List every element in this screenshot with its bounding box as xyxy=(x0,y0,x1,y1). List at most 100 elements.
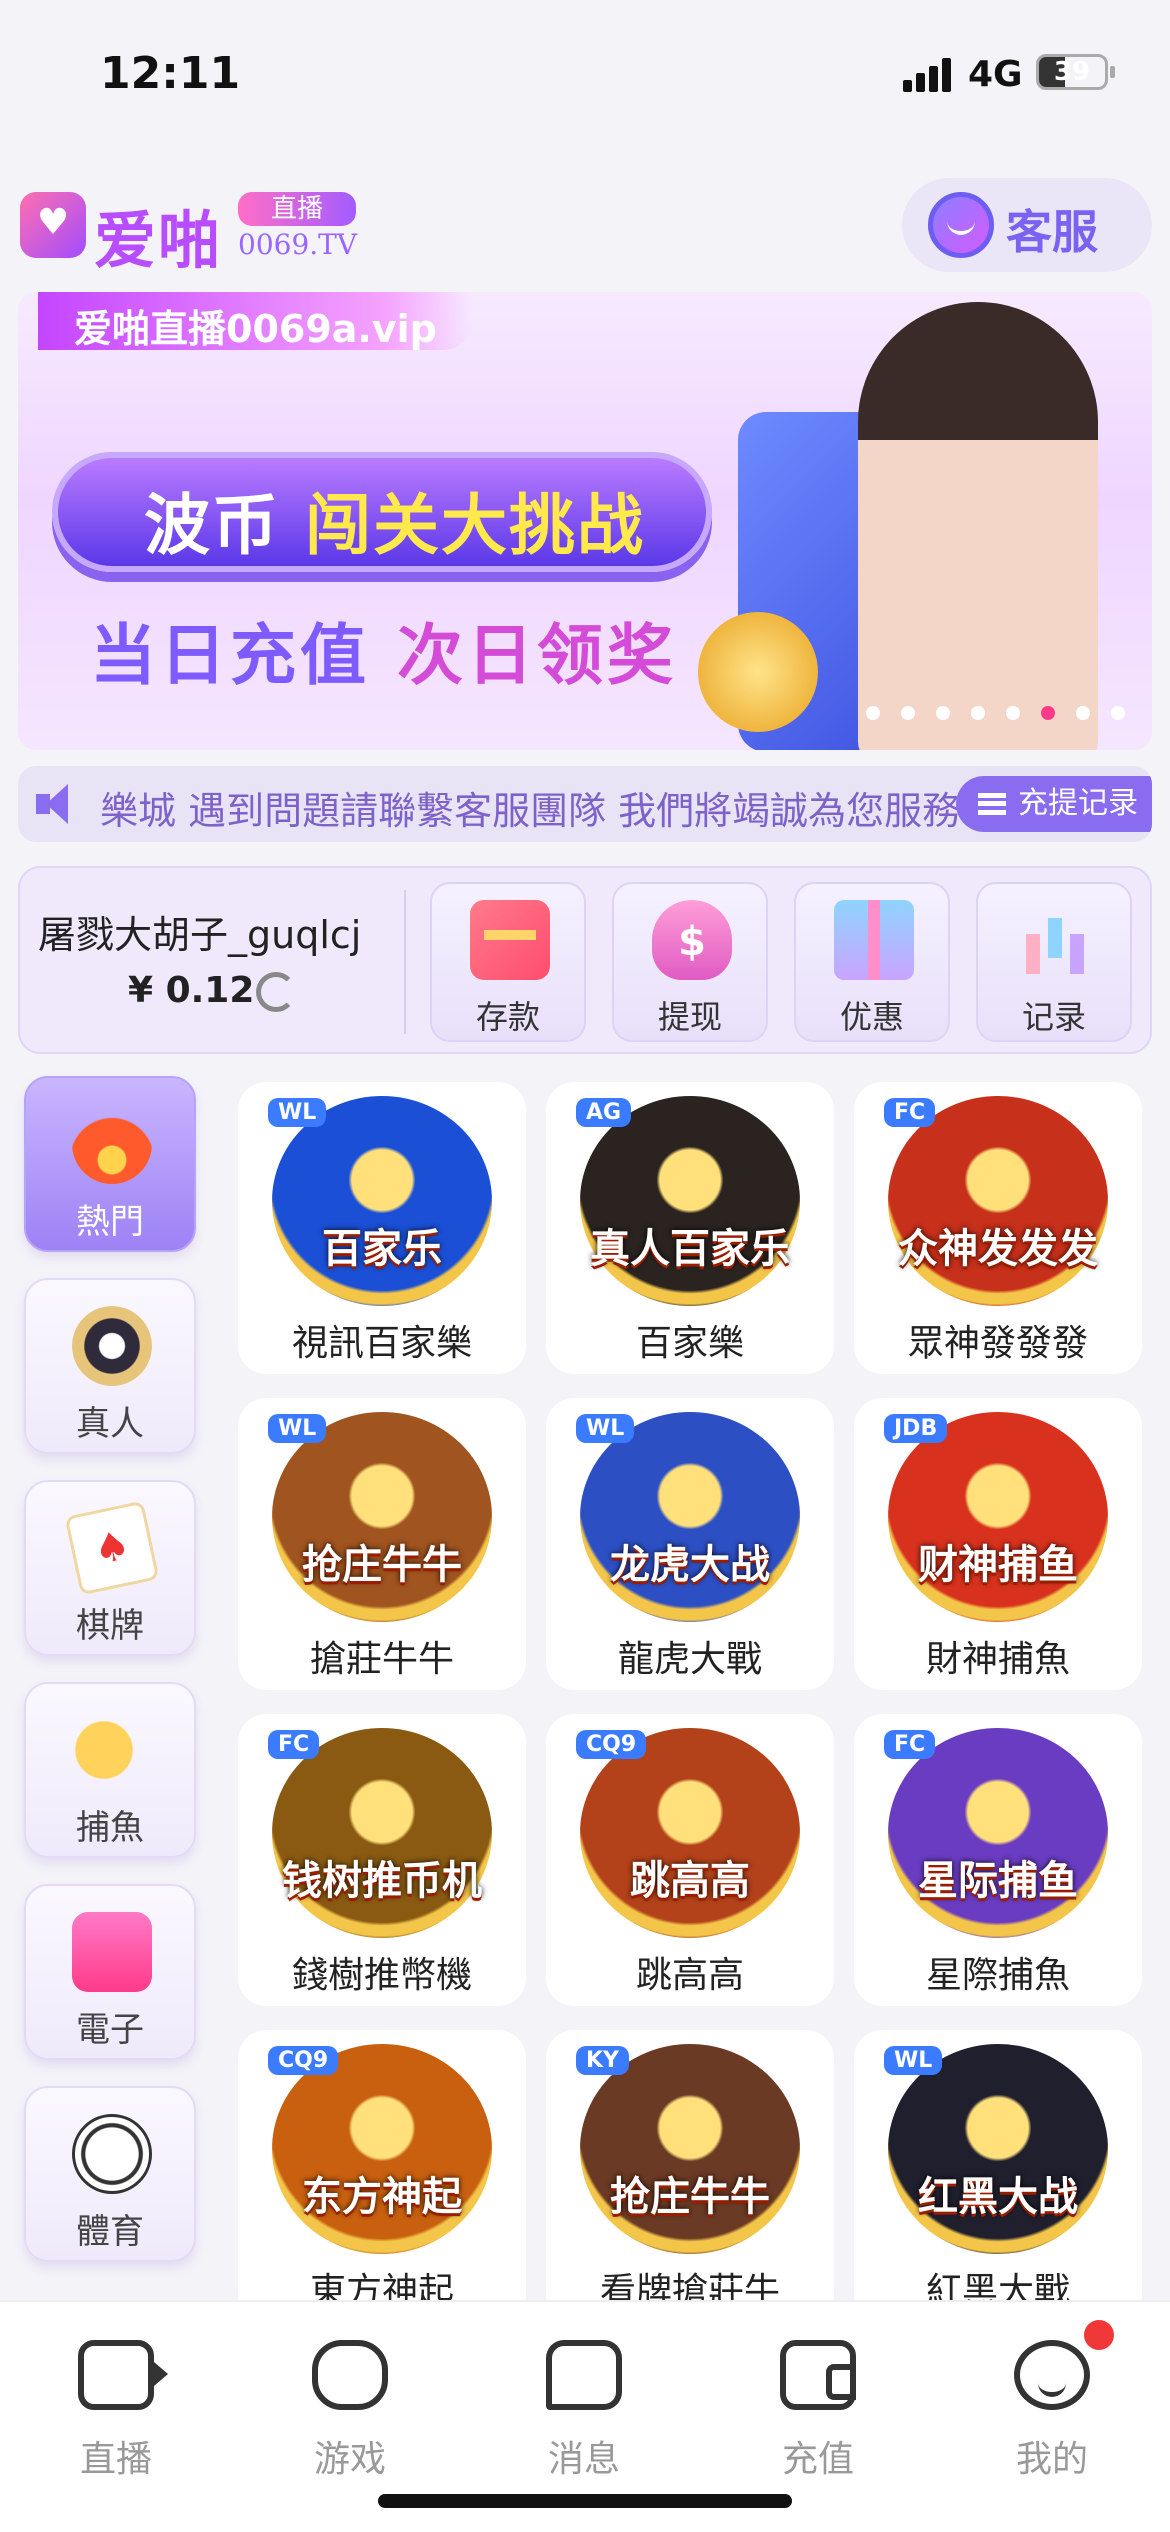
headset-icon xyxy=(928,192,994,258)
game-card[interactable]: 星际捕鱼 FC 星際捕魚 xyxy=(854,1714,1142,2006)
carousel-dot[interactable] xyxy=(1041,706,1055,720)
speaker-icon xyxy=(36,784,82,824)
game-art-title: 抢庄牛牛 xyxy=(302,1542,462,1588)
game-title: 錢樹推幣機 xyxy=(291,1955,472,1996)
game-title: 視訊百家樂 xyxy=(291,1323,472,1364)
tab-label: 我的 xyxy=(1015,2439,1088,2480)
tab-games[interactable]: 游戏 xyxy=(270,2340,430,2490)
game-card[interactable]: 财神捕鱼 JDB 財神捕魚 xyxy=(854,1398,1142,1690)
banner-site-tag: 爱啪直播0069a.vip xyxy=(38,292,473,351)
game-card[interactable]: 龙虎大战 WL 龍虎大戰 xyxy=(546,1398,834,1690)
game-art: 百家乐 xyxy=(272,1096,492,1306)
game-art-title: 龙虎大战 xyxy=(610,1542,770,1588)
game-art-title: 东方神起 xyxy=(302,2174,462,2220)
provider-badge: WL xyxy=(268,1414,327,1443)
category-cards[interactable]: ♠ 棋牌 xyxy=(24,1480,196,1656)
provider-badge: KY xyxy=(576,2046,629,2075)
game-card[interactable]: 百家乐 WL 視訊百家樂 xyxy=(238,1082,526,1374)
category-label: 體育 xyxy=(76,2212,144,2252)
provider-badge: CQ9 xyxy=(268,2046,339,2075)
carousel-dot[interactable] xyxy=(1006,706,1020,720)
records-button[interactable]: 记录 xyxy=(976,882,1132,1042)
tab-label: 直播 xyxy=(79,2439,152,2480)
game-card[interactable]: 抢庄牛牛 KY 看牌搶莊牛 xyxy=(546,2030,834,2322)
game-title: 龍虎大戰 xyxy=(617,1639,762,1680)
game-art: 东方神起 xyxy=(272,2044,492,2254)
signal-icon xyxy=(903,58,951,92)
carousel-dot[interactable] xyxy=(971,706,985,720)
customer-service-label: 客服 xyxy=(1006,205,1098,259)
battery-tip xyxy=(1110,66,1115,78)
tab-profile[interactable]: 我的 xyxy=(972,2320,1132,2490)
game-art-title: 众神发发发 xyxy=(898,1226,1098,1272)
game-art-title: 财神捕鱼 xyxy=(918,1542,1078,1588)
game-card[interactable]: 众神发发发 FC 眾神發發發 xyxy=(854,1082,1142,1374)
bar-chart-icon xyxy=(1016,900,1096,980)
tab-label: 游戏 xyxy=(313,2439,386,2480)
game-card[interactable]: 跳高高 CQ9 跳高高 xyxy=(546,1714,834,2006)
game-art: 抢庄牛牛 xyxy=(272,1412,492,1622)
deposit-label: 存款 xyxy=(475,998,540,1036)
banner-subtitle: 当日充值 次日领奖 xyxy=(90,602,677,698)
provider-badge: FC xyxy=(884,1098,936,1127)
records-action-label: 记录 xyxy=(1021,998,1086,1036)
deposit-withdraw-records-button[interactable]: 充提记录 xyxy=(956,776,1152,832)
provider-badge: WL xyxy=(884,2046,943,2075)
game-title: 眾神發發發 xyxy=(907,1323,1088,1364)
home-indicator xyxy=(378,2494,792,2508)
battery-level: 39 xyxy=(1053,57,1091,87)
promotions-label: 优惠 xyxy=(839,998,904,1036)
game-art: 财神捕鱼 xyxy=(888,1412,1108,1622)
list-icon xyxy=(978,793,1006,815)
game-art-title: 红黑大战 xyxy=(918,2174,1078,2220)
category-sports[interactable]: 體育 xyxy=(24,2086,196,2262)
game-card[interactable]: 红黑大战 WL 紅黑大戰 xyxy=(854,2030,1142,2322)
category-hot[interactable]: 熱門 xyxy=(24,1076,196,1252)
tab-messages[interactable]: 消息 xyxy=(504,2340,664,2490)
status-bar: 12:11 4G 39 xyxy=(0,0,1170,150)
game-art: 红黑大战 xyxy=(888,2044,1108,2254)
wallet-icon xyxy=(780,2340,856,2410)
game-card[interactable]: 真人百家乐 AG 百家樂 xyxy=(546,1082,834,1374)
username: 屠戮大胡子_guqlcj xyxy=(38,913,362,957)
carousel-dot[interactable] xyxy=(866,706,880,720)
promotions-button[interactable]: 优惠 xyxy=(794,882,950,1042)
tab-recharge[interactable]: 充值 xyxy=(738,2340,898,2490)
carousel-dot[interactable] xyxy=(1076,706,1090,720)
withdraw-button[interactable]: $ 提现 xyxy=(612,882,768,1042)
game-title: 搶莊牛牛 xyxy=(309,1639,454,1680)
carousel-dot[interactable] xyxy=(1111,706,1125,720)
banner-coin xyxy=(698,612,818,732)
game-card[interactable]: 抢庄牛牛 WL 搶莊牛牛 xyxy=(238,1398,526,1690)
money-bag-icon: $ xyxy=(652,900,732,980)
banner-headline-a: 波币 xyxy=(144,487,280,564)
battery-icon: 39 xyxy=(1036,54,1108,90)
category-slots[interactable]: 電子 xyxy=(24,1884,196,2060)
banner-model-image xyxy=(698,302,1152,750)
game-art: 钱树推币机 xyxy=(272,1728,492,1938)
game-art: 真人百家乐 xyxy=(580,1096,800,1306)
refresh-icon[interactable] xyxy=(256,972,296,1012)
banner-sub-b: 次日领奖 xyxy=(396,617,677,694)
promo-banner[interactable]: 爱啪直播0069a.vip 波币 闯关大挑战 当日充值 次日领奖 xyxy=(18,292,1152,750)
game-card[interactable]: 钱树推币机 FC 錢樹推幣機 xyxy=(238,1714,526,2006)
provider-badge: AG xyxy=(576,1098,632,1127)
game-art: 龙虎大战 xyxy=(580,1412,800,1622)
customer-service-button[interactable]: 客服 xyxy=(902,178,1152,272)
banner-person xyxy=(858,302,1098,750)
carousel-dot[interactable] xyxy=(936,706,950,720)
game-art-title: 跳高高 xyxy=(630,1858,750,1904)
announcement-text: 樂城 遇到問題請聯繫客服團隊 我們將竭誠為您服務 xyxy=(100,789,961,833)
carousel-dot[interactable] xyxy=(901,706,915,720)
status-time: 12:11 xyxy=(100,48,241,99)
camera-icon xyxy=(78,2340,168,2410)
category-fishing[interactable]: 捕魚 xyxy=(24,1682,196,1858)
balance: ¥ 0.12 xyxy=(128,970,255,1011)
category-live[interactable]: 真人 xyxy=(24,1278,196,1454)
deposit-button[interactable]: 存款 xyxy=(430,882,586,1042)
message-icon xyxy=(546,2340,622,2410)
gamepad-icon xyxy=(312,2340,388,2410)
tab-live[interactable]: 直播 xyxy=(36,2340,196,2490)
game-card[interactable]: 东方神起 CQ9 東方神起 xyxy=(238,2030,526,2322)
banner-headline: 波币 闯关大挑战 xyxy=(52,452,712,572)
